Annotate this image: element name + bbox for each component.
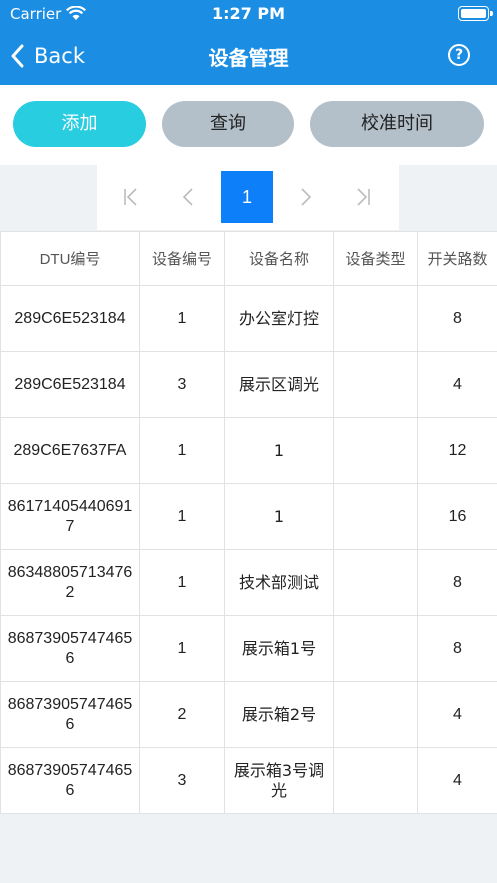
first-page-button[interactable]: [105, 171, 157, 223]
table-header-row: DTU编号 设备编号 设备名称 设备类型 开关路数: [0, 231, 497, 286]
cell-device-number: 1: [139, 615, 225, 682]
help-icon[interactable]: ?: [448, 44, 470, 66]
cell-switch-count: 4: [417, 351, 497, 418]
navigation-bar: Back 设备管理 ?: [0, 28, 497, 85]
device-table: DTU编号 设备编号 设备名称 设备类型 开关路数 289C6E523184 1…: [0, 231, 497, 814]
table-row[interactable]: 289C6E7637FA 1 1 12: [0, 417, 497, 484]
clock: 1:27 PM: [211, 4, 285, 23]
last-page-button[interactable]: [337, 171, 389, 223]
cell-dtu: 868739057474656: [0, 615, 140, 682]
status-bar: Carrier 1:27 PM: [0, 0, 497, 28]
cell-switch-count: 4: [417, 747, 497, 814]
cell-switch-count: 12: [417, 417, 497, 484]
battery-icon: [458, 6, 493, 21]
table-row[interactable]: 289C6E523184 1 办公室灯控 8: [0, 285, 497, 352]
first-page-icon: [124, 188, 137, 206]
cell-device-type: [333, 351, 418, 418]
column-header-device-type: 设备类型: [333, 231, 418, 286]
calibrate-time-button[interactable]: 校准时间: [310, 101, 484, 147]
cell-dtu: 289C6E523184: [0, 285, 140, 352]
cell-switch-count: 4: [417, 681, 497, 748]
cell-device-type: [333, 615, 418, 682]
page-title: 设备管理: [208, 46, 289, 70]
cell-device-type: [333, 549, 418, 616]
cell-device-name: 展示区调光: [224, 351, 334, 418]
cell-device-number: 1: [139, 483, 225, 550]
chevron-left-icon: [182, 188, 193, 206]
cell-switch-count: 8: [417, 549, 497, 616]
last-page-icon: [357, 188, 370, 206]
cell-device-type: [333, 417, 418, 484]
cell-device-number: 1: [139, 417, 225, 484]
cell-device-type: [333, 285, 418, 352]
cell-switch-count: 8: [417, 285, 497, 352]
table-row[interactable]: 868739057474656 1 展示箱1号 8: [0, 615, 497, 682]
chevron-right-icon: [301, 188, 312, 206]
cell-device-number: 1: [139, 549, 225, 616]
column-header-device-name: 设备名称: [224, 231, 334, 286]
current-page-button[interactable]: 1: [221, 171, 273, 223]
cell-dtu: 868739057474656: [0, 747, 140, 814]
cell-device-type: [333, 747, 418, 814]
cell-dtu: 868739057474656: [0, 681, 140, 748]
cell-device-name: 展示箱3号调光: [224, 747, 334, 814]
cell-device-type: [333, 681, 418, 748]
column-header-device-number: 设备编号: [139, 231, 225, 286]
next-page-button[interactable]: [279, 171, 331, 223]
cell-device-type: [333, 483, 418, 550]
cell-device-name: 展示箱1号: [224, 615, 334, 682]
cell-device-name: 技术部测试: [224, 549, 334, 616]
action-toolbar: 添加 查询 校准时间: [0, 85, 497, 165]
table-row[interactable]: 861714054406917 1 1 16: [0, 483, 497, 550]
cell-device-number: 3: [139, 351, 225, 418]
cell-dtu: 863488057134762: [0, 549, 140, 616]
previous-page-button[interactable]: [163, 171, 215, 223]
pagination: 1: [97, 165, 399, 230]
cell-device-name: 1: [224, 417, 334, 484]
cell-device-number: 2: [139, 681, 225, 748]
table-row[interactable]: 868739057474656 3 展示箱3号调光 4: [0, 747, 497, 814]
app-header: Carrier 1:27 PM Back 设备管理 ?: [0, 0, 497, 85]
cell-device-name: 展示箱2号: [224, 681, 334, 748]
column-header-switch-count: 开关路数: [417, 231, 497, 286]
cell-device-name: 办公室灯控: [224, 285, 334, 352]
cell-switch-count: 8: [417, 615, 497, 682]
cell-dtu: 861714054406917: [0, 483, 140, 550]
table-row[interactable]: 868739057474656 2 展示箱2号 4: [0, 681, 497, 748]
cell-dtu: 289C6E7637FA: [0, 417, 140, 484]
table-row[interactable]: 289C6E523184 3 展示区调光 4: [0, 351, 497, 418]
cell-device-number: 1: [139, 285, 225, 352]
cell-device-name: 1: [224, 483, 334, 550]
table-row[interactable]: 863488057134762 1 技术部测试 8: [0, 549, 497, 616]
cell-switch-count: 16: [417, 483, 497, 550]
column-header-dtu: DTU编号: [0, 231, 140, 286]
cell-dtu: 289C6E523184: [0, 351, 140, 418]
query-button[interactable]: 查询: [162, 101, 294, 147]
cell-device-number: 3: [139, 747, 225, 814]
add-button[interactable]: 添加: [13, 101, 146, 147]
